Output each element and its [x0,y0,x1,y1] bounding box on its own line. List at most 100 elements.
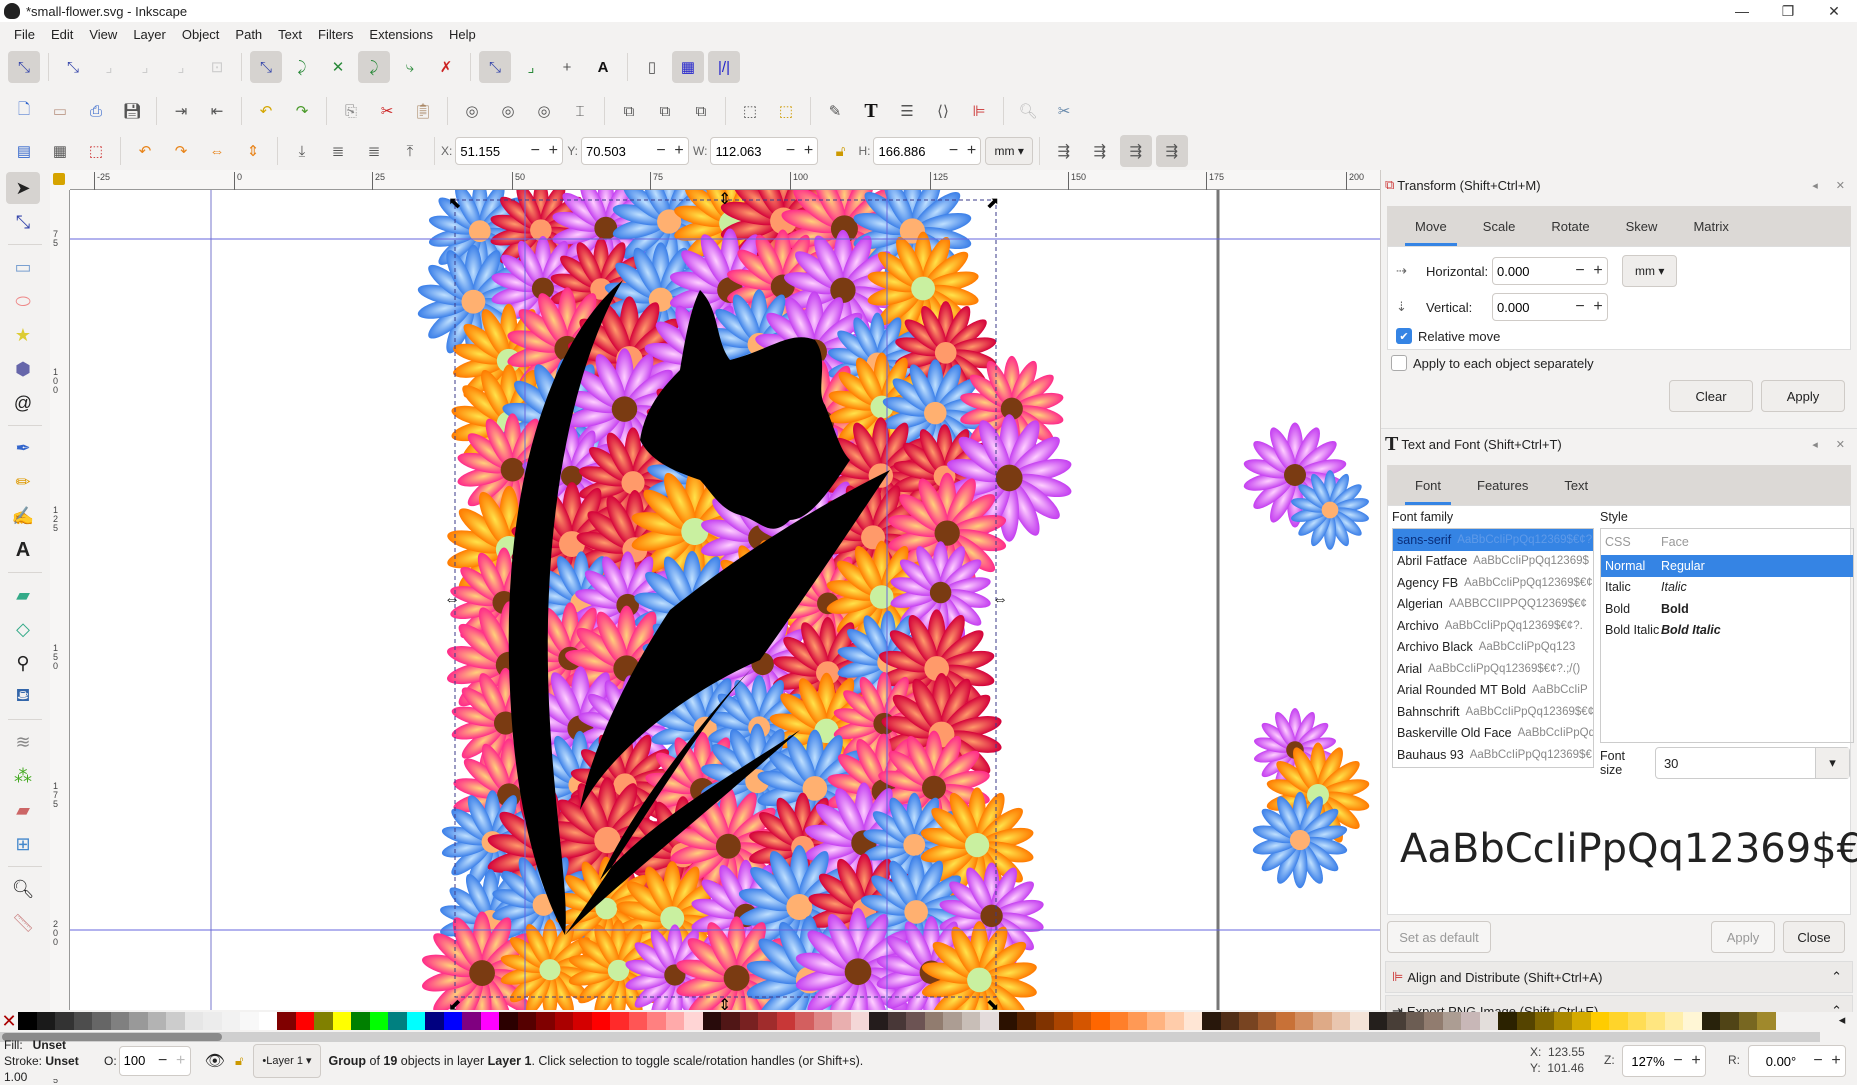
snap-bbox-edge-midpoint-icon[interactable]: ⌟ [165,51,197,83]
color-swatch[interactable] [277,1012,296,1030]
color-swatch[interactable] [1498,1012,1517,1030]
relative-move-checkbox[interactable]: ✔ [1396,328,1412,344]
color-swatch[interactable] [388,1012,407,1030]
color-swatch[interactable] [869,1012,888,1030]
scale-handle-se[interactable]: ⬊ [986,997,999,1010]
color-swatch[interactable] [1128,1012,1147,1030]
horizontal-increment-button[interactable]: + [1589,262,1607,280]
color-swatch[interactable] [1054,1012,1073,1030]
fill-stroke-icon[interactable]: ✎ [819,95,851,127]
color-swatch[interactable] [295,1012,314,1030]
style-list-item[interactable]: Normal Regular [1601,555,1853,577]
fill-stroke-indicator[interactable]: Fill: Unset Stroke: Unset 1.00 [0,1037,104,1085]
layers-icon[interactable]: ☰ [891,95,923,127]
color-swatch[interactable] [480,1012,499,1030]
color-swatch[interactable] [1276,1012,1295,1030]
tab-skew[interactable]: Skew [1608,206,1676,246]
color-swatch[interactable] [924,1012,943,1030]
selector-tool-icon[interactable]: ➤ [6,172,40,204]
zoom-tool-icon[interactable]: 🔍︎ [6,873,40,905]
node-tool-icon[interactable]: ⤡ [6,206,40,238]
color-swatch[interactable] [684,1012,703,1030]
document-properties-icon[interactable]: 🔍︎ [1012,95,1044,127]
color-swatch[interactable] [1387,1012,1406,1030]
font-list-item[interactable]: Algerian AABBCCIIPPQQ12369$€¢ [1393,594,1593,616]
color-swatch[interactable] [1091,1012,1110,1030]
scale-handle-e[interactable]: ⇔ [992,591,1008,608]
color-swatch[interactable] [1072,1012,1091,1030]
y-increment-button[interactable]: + [670,142,688,160]
color-swatch[interactable] [1553,1012,1572,1030]
menu-file[interactable]: File [6,27,43,42]
paste-icon[interactable]: 📋︎ [407,95,439,127]
snap-path-icon[interactable]: ⤸ [286,51,318,83]
font-family-list[interactable]: sans-serif AaBbCcIiPpQq12369$€¢? Abril Fat… [1392,528,1594,768]
color-swatch[interactable] [443,1012,462,1030]
color-swatch[interactable] [499,1012,518,1030]
copy-icon[interactable]: ⎘ [335,95,367,127]
opacity-decrement-button[interactable]: − [154,1052,172,1070]
w-input[interactable] [711,143,782,159]
transform-clear-button[interactable]: Clear [1669,380,1753,412]
color-swatch[interactable] [591,1012,610,1030]
tab-features[interactable]: Features [1459,465,1546,505]
horizontal-scrollbar[interactable] [0,1032,1820,1042]
layer-visibility-icon[interactable]: 👁︎ [205,1051,225,1071]
lower-to-bottom-icon[interactable]: ⤓ [286,135,318,167]
font-list-item[interactable]: Abril Fatface AaBbCcIiPpQq12369$ [1393,551,1593,573]
redo-icon[interactable]: ↷ [286,95,318,127]
color-swatch[interactable] [1516,1012,1535,1030]
pencil-tool-icon[interactable]: ✏ [6,466,40,498]
color-swatch[interactable] [18,1012,37,1030]
tab-font[interactable]: Font [1397,465,1459,505]
clone-icon[interactable]: ⧉ [649,95,681,127]
color-swatch[interactable] [1239,1012,1258,1030]
x-decrement-button[interactable]: − [526,142,544,160]
color-swatch[interactable] [1146,1012,1165,1030]
tweak-tool-icon[interactable]: ≋ [6,726,40,758]
color-swatch[interactable] [406,1012,425,1030]
transform-apply-button[interactable]: Apply [1761,380,1845,412]
menu-edit[interactable]: Edit [43,27,81,42]
export-icon[interactable]: ⇤ [201,95,233,127]
duplicate-icon[interactable]: ⧉ [613,95,645,127]
preferences-icon[interactable]: ✂ [1048,95,1080,127]
deselect-icon[interactable]: ⬚ [80,135,112,167]
horizontal-ruler[interactable]: -250255075100125150175200225 [70,170,1502,190]
lock-ratio-icon[interactable]: 🔓︎ [824,135,856,167]
color-swatch[interactable] [1035,1012,1054,1030]
color-swatch[interactable] [258,1012,277,1030]
color-swatch[interactable] [203,1012,222,1030]
raise-to-top-icon[interactable]: ⤒ [394,135,426,167]
vertical-ruler[interactable]: 75100125150175200225 [50,190,70,1085]
font-list-item[interactable]: Archivo AaBbCcIiPpQq12369$€¢?. [1393,615,1593,637]
y-decrement-button[interactable]: − [652,142,670,160]
color-swatch[interactable] [1442,1012,1461,1030]
close-window-button[interactable]: ✕ [1811,0,1857,22]
spray-tool-icon[interactable]: ⁂ [6,760,40,792]
color-swatch[interactable] [129,1012,148,1030]
snap-line-midpoint-icon[interactable]: ✗ [430,51,462,83]
rotation-input[interactable] [1749,1053,1809,1069]
zoom-selection-icon[interactable]: ◎ [456,95,488,127]
color-swatch[interactable] [1590,1012,1609,1030]
snap-guides-icon[interactable]: |/| [708,51,740,83]
raise-icon[interactable]: ≣ [358,135,390,167]
text-font-close-button[interactable]: Close [1783,921,1845,953]
scale-handle-s[interactable]: ⇕ [718,997,731,1010]
color-swatch[interactable] [573,1012,592,1030]
y-input[interactable] [582,143,653,159]
color-swatch[interactable] [332,1012,351,1030]
color-swatch[interactable] [536,1012,555,1030]
color-swatch[interactable] [1757,1012,1776,1030]
snap-rotation-center-icon[interactable]: + [551,51,583,83]
no-paint-swatch[interactable]: ✕ [0,1012,18,1030]
color-swatch[interactable] [647,1012,666,1030]
color-swatch[interactable] [776,1012,795,1030]
flip-vertical-icon[interactable]: ⇕ [237,135,269,167]
scale-handle-nw[interactable]: ⬉ [448,195,461,212]
scale-handle-w[interactable]: ⇔ [444,591,460,608]
color-swatch[interactable] [1294,1012,1313,1030]
text-font-apply-button[interactable]: Apply [1711,921,1775,953]
color-swatch[interactable] [166,1012,185,1030]
